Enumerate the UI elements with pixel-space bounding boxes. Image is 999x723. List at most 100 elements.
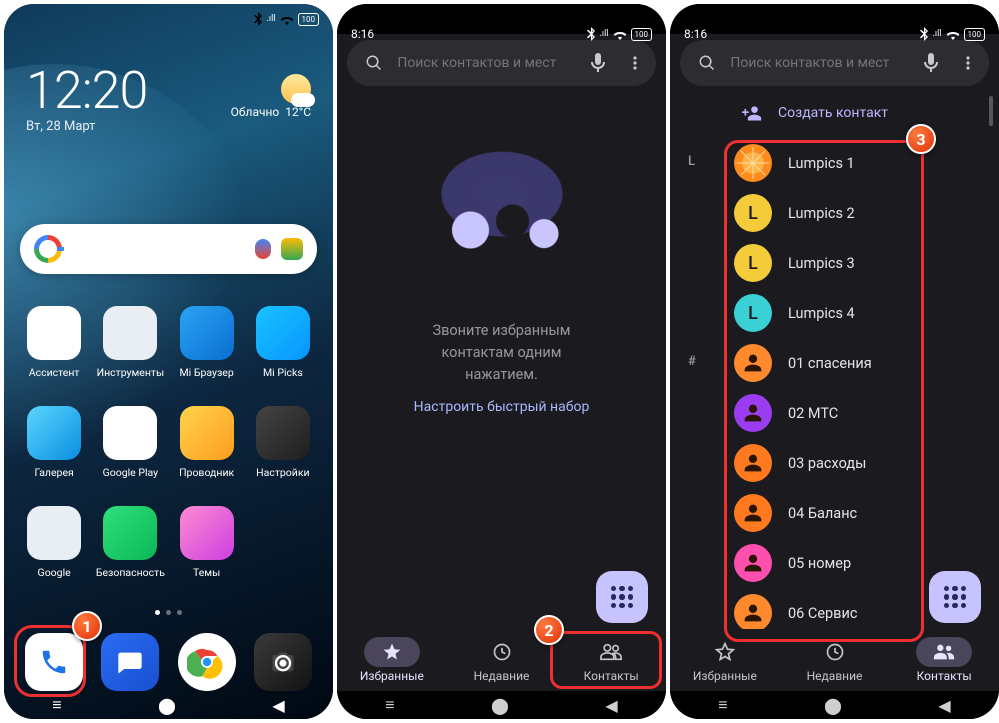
tab-label: Избранные <box>693 669 757 683</box>
weather-icon <box>281 74 311 104</box>
google-search-bar[interactable] <box>20 224 317 274</box>
voice-icon[interactable] <box>918 48 944 78</box>
app-Безопасность[interactable]: Безопасность <box>92 506 168 579</box>
app-label: Настройки <box>256 466 309 479</box>
bluetooth-icon <box>253 12 263 26</box>
tab-label: Избранные <box>360 669 424 683</box>
nav-home-icon[interactable]: ⬤ <box>824 696 842 715</box>
clock-time: 12:20 <box>26 60 147 121</box>
more-icon[interactable] <box>622 48 648 78</box>
wifi-icon <box>946 29 960 40</box>
nav-menu-icon[interactable]: ≡ <box>52 695 61 715</box>
nav-menu-icon[interactable]: ≡ <box>718 695 727 715</box>
create-contact-button[interactable]: Создать контакт <box>670 92 999 134</box>
app-Google[interactable]: Google <box>16 506 92 579</box>
app-icon <box>27 506 81 560</box>
contacts-app: Создать контакт LLumpics 1LLumpics 2LLum… <box>670 4 999 719</box>
app-row-2: Галерея Google Play Проводник Настройки <box>4 406 333 479</box>
weather-widget[interactable]: Облачно 12°C <box>231 74 311 121</box>
app-icon <box>180 506 234 560</box>
app-Настройки[interactable]: Настройки <box>245 406 321 479</box>
empty-text: Звоните избранным контактам одним нажати… <box>337 320 666 385</box>
search-bar[interactable] <box>347 40 656 86</box>
app-label: Инструменты <box>97 366 165 379</box>
app-label: Google <box>38 566 71 579</box>
search-input[interactable] <box>730 55 908 71</box>
callout-badge-1: 1 <box>72 611 102 641</box>
nav-home-icon[interactable]: ⬤ <box>491 696 509 715</box>
create-contact-label: Создать контакт <box>778 105 888 121</box>
app-label: Проводник <box>179 466 234 479</box>
wifi-icon <box>280 14 294 25</box>
statusbar-time: 8:16 <box>351 27 374 41</box>
home-wallpaper: .ıll 100 12:20 Вт, 28 Март Облачно 12°C … <box>4 4 333 719</box>
app-row-1: Ассистент Инструменты Mi Браузер Mi Picks <box>4 306 333 379</box>
app-icon <box>103 406 157 460</box>
statusbar: 8:16 .ıll 100 <box>337 4 666 34</box>
app-icon <box>180 306 234 360</box>
setup-speed-dial-link[interactable]: Настроить быстрый набор <box>337 399 666 415</box>
app-row-3: Google Безопасность Темы <box>4 506 333 579</box>
app-icon <box>256 306 310 360</box>
battery-indicator: 100 <box>298 13 320 26</box>
tab-label: Недавние <box>474 669 530 683</box>
app-Галерея[interactable]: Галерея <box>16 406 92 479</box>
app-label: Темы <box>193 566 220 579</box>
wifi-icon <box>613 29 627 40</box>
tab-favorites[interactable]: Избранные <box>337 629 447 691</box>
search-input[interactable] <box>397 55 575 71</box>
battery-indicator: 100 <box>631 28 653 41</box>
scrollbar[interactable] <box>989 96 993 126</box>
nav-back-icon[interactable]: ◀ <box>938 696 950 715</box>
app-Mi Picks[interactable]: Mi Picks <box>245 306 321 379</box>
app-Mi Браузер[interactable]: Mi Браузер <box>169 306 245 379</box>
clock-widget[interactable]: 12:20 Вт, 28 Март <box>26 60 147 134</box>
empty-illustration <box>397 122 607 302</box>
app-icon <box>103 306 157 360</box>
callout-highlight-3 <box>724 140 924 642</box>
messages-app-icon[interactable] <box>101 633 159 691</box>
app-icon <box>27 306 81 360</box>
app-Инструменты[interactable]: Инструменты <box>92 306 168 379</box>
app-label: Google Play <box>103 466 159 479</box>
voice-icon[interactable] <box>585 48 611 78</box>
nav-back-icon[interactable]: ◀ <box>605 696 617 715</box>
system-navbar: ≡ ⬤ ◀ <box>337 691 666 719</box>
app-label: Mi Picks <box>263 366 303 379</box>
statusbar: 8:16 .ıll 100 <box>670 4 999 34</box>
mic-icon[interactable] <box>255 239 271 259</box>
app-Google Play[interactable]: Google Play <box>92 406 168 479</box>
phone-contacts: 8:16 .ıll 100 Создать контакт LLumpics 1… <box>670 4 999 719</box>
bluetooth-icon <box>586 27 596 41</box>
clock-date: Вт, 28 Март <box>26 119 147 134</box>
nav-home-icon[interactable]: ⬤ <box>158 696 176 715</box>
search-bar[interactable] <box>680 40 989 86</box>
page-indicator <box>4 610 333 615</box>
app-label: Безопасность <box>96 566 165 579</box>
nav-back-icon[interactable]: ◀ <box>272 696 284 715</box>
app-icon <box>180 406 234 460</box>
app-label: Галерея <box>34 466 73 479</box>
app-Проводник[interactable]: Проводник <box>169 406 245 479</box>
section-letter: L <box>688 154 695 169</box>
app-icon <box>256 406 310 460</box>
chrome-app-icon[interactable] <box>178 633 236 691</box>
callout-badge-2: 2 <box>534 615 564 645</box>
callout-highlight-2 <box>550 631 662 689</box>
tab-label: Контакты <box>917 669 972 683</box>
dialpad-fab[interactable] <box>929 571 981 623</box>
statusbar: .ıll 100 <box>4 4 333 34</box>
more-icon[interactable] <box>955 48 981 78</box>
callout-badge-3: 3 <box>906 124 936 154</box>
app-label: Mi Браузер <box>180 366 234 379</box>
nav-menu-icon[interactable]: ≡ <box>385 695 394 715</box>
system-navbar: ≡ ⬤ ◀ <box>670 691 999 719</box>
phone-favorites: 8:16 .ıll 100 Звоните избранным контакта… <box>337 4 666 719</box>
search-icon <box>361 48 387 78</box>
dialpad-fab[interactable] <box>596 571 648 623</box>
app-icon <box>27 406 81 460</box>
app-Темы[interactable]: Темы <box>169 506 245 579</box>
app-Ассистент[interactable]: Ассистент <box>16 306 92 379</box>
camera-app-icon[interactable] <box>254 633 312 691</box>
lens-icon[interactable] <box>281 238 303 260</box>
